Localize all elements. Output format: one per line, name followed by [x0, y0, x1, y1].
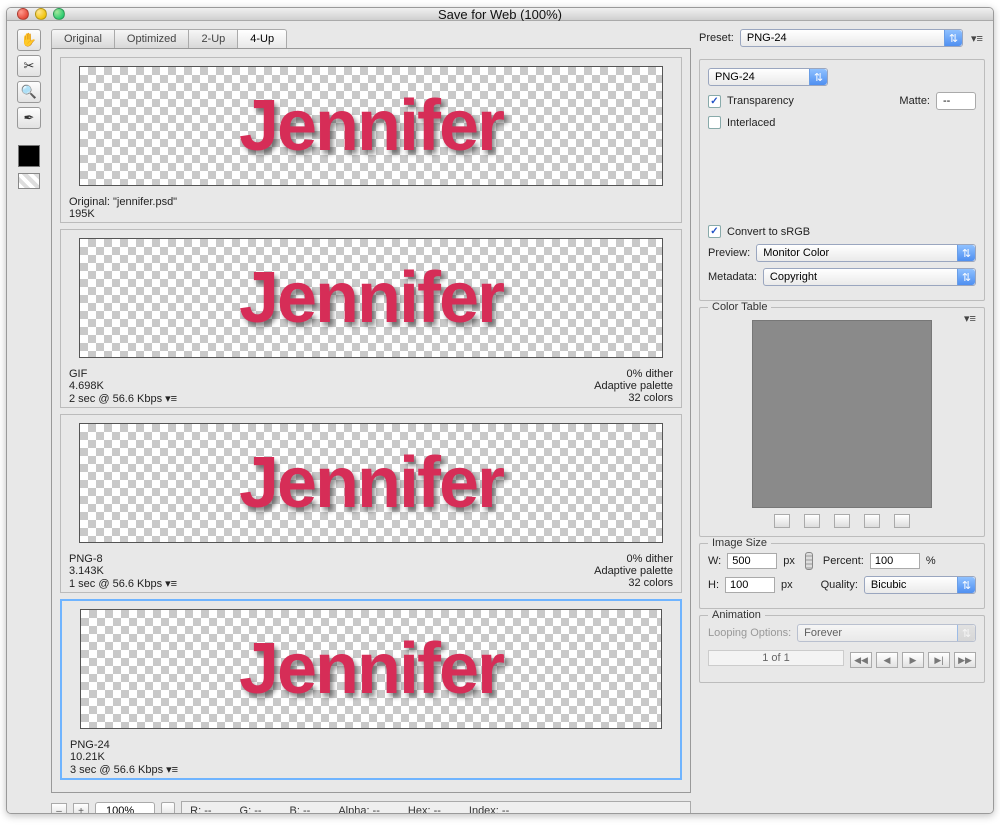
format-select[interactable]: PNG-24⇅ [708, 68, 828, 86]
preset-flyout-icon[interactable]: ▾≡ [969, 32, 985, 45]
interlaced-label: Interlaced [727, 117, 775, 129]
preview-pane-original[interactable]: Jennifer Original: "jennifer.psd" 195K [60, 57, 682, 223]
preset-label: Preset: [699, 32, 734, 44]
pane0-info-1: 195K [69, 208, 177, 220]
window-title: Save for Web (100%) [7, 7, 993, 22]
animation-legend: Animation [708, 609, 765, 621]
toggle-slice-visibility[interactable] [18, 173, 40, 189]
color-table-icon[interactable] [804, 514, 820, 528]
preview-stage: Jennifer Original: "jennifer.psd" 195K J… [51, 48, 691, 793]
color-table-trash-icon[interactable] [894, 514, 910, 528]
looping-label: Looping Options: [708, 627, 791, 639]
percent-label: Percent: [823, 555, 864, 567]
tab-2up[interactable]: 2-Up [189, 30, 238, 48]
image-size-legend: Image Size [708, 537, 771, 549]
width-field[interactable] [727, 553, 777, 569]
color-table-icon[interactable] [774, 514, 790, 528]
transparency-checkbox[interactable] [708, 95, 721, 108]
pane1-format: GIF [69, 368, 177, 380]
zoom-window-button[interactable] [53, 8, 65, 20]
prev-frame-button: ◀ [876, 652, 898, 668]
color-table-new-icon[interactable] [864, 514, 880, 528]
color-table-legend: Color Table [708, 301, 771, 313]
animation-frame-indicator: 1 of 1 [708, 650, 844, 666]
convert-srgb-checkbox[interactable] [708, 225, 721, 238]
percent-field[interactable] [870, 553, 920, 569]
preview-pane-png8[interactable]: Jennifer PNG-8 3.143K 1 sec @ 56.6 Kbps … [60, 414, 682, 593]
next-frame-button: ▶| [928, 652, 950, 668]
height-field[interactable] [725, 577, 775, 593]
close-window-button[interactable] [17, 8, 29, 20]
metadata-label: Metadata: [708, 271, 757, 283]
looping-select: Forever⇅ [797, 624, 976, 642]
play-button: ▶ [902, 652, 924, 668]
pane1-size: 4.698K [69, 380, 177, 392]
hand-tool[interactable]: ✋ [17, 29, 41, 51]
preview-text: Jennifer [239, 442, 503, 524]
color-table-lock-icon[interactable] [834, 514, 850, 528]
preview-pane-png24[interactable]: Jennifer PNG-24 10.21K 3 sec @ 56.6 Kbps… [60, 599, 682, 780]
convert-srgb-label: Convert to sRGB [727, 226, 810, 238]
resample-quality-select[interactable]: Bicubic⇅ [864, 576, 976, 594]
matte-label: Matte: [899, 95, 930, 107]
minimize-window-button[interactable] [35, 8, 47, 20]
color-table-flyout-icon[interactable]: ▾≡ [962, 312, 978, 325]
zoom-dropdown-icon[interactable] [161, 802, 175, 814]
preview-text: Jennifer [239, 628, 503, 710]
preset-select[interactable]: PNG-24⇅ [740, 29, 963, 47]
pane1-dl: 2 sec @ 56.6 Kbps ▾≡ [69, 392, 177, 405]
color-table-area [752, 320, 932, 508]
preview-text: Jennifer [239, 85, 503, 167]
color-readouts: R: --G: --B: -- Alpha: --Hex: --Index: -… [181, 801, 691, 814]
tab-original[interactable]: Original [52, 30, 115, 48]
preview-profile-select[interactable]: Monitor Color⇅ [756, 244, 976, 262]
transparency-label: Transparency [727, 95, 794, 107]
preview-label: Preview: [708, 247, 750, 259]
tab-optimized[interactable]: Optimized [115, 30, 190, 48]
matte-select[interactable]: -- [936, 92, 976, 110]
interlaced-checkbox[interactable] [708, 116, 721, 129]
constrain-proportions-icon[interactable] [805, 552, 813, 570]
sample-color-swatch[interactable] [18, 145, 40, 167]
pane0-info-0: Original: "jennifer.psd" [69, 196, 177, 208]
first-frame-button: ◀◀ [850, 652, 872, 668]
zoom-tool[interactable]: 🔍 [17, 81, 41, 103]
zoom-level-select[interactable]: 100% [95, 802, 155, 814]
eyedropper-tool[interactable]: ✒︎ [17, 107, 41, 129]
height-label: H: [708, 579, 719, 591]
tab-4up[interactable]: 4-Up [238, 30, 286, 48]
zoom-out-button[interactable]: – [51, 803, 67, 814]
preview-text: Jennifer [239, 257, 503, 339]
quality-label: Quality: [821, 579, 858, 591]
last-frame-button: ▶▶ [954, 652, 976, 668]
preview-pane-gif[interactable]: Jennifer GIF 4.698K 2 sec @ 56.6 Kbps ▾≡… [60, 229, 682, 408]
metadata-select[interactable]: Copyright⇅ [763, 268, 976, 286]
slice-select-tool[interactable]: ✂︎ [17, 55, 41, 77]
width-label: W: [708, 555, 721, 567]
zoom-in-button[interactable]: + [73, 803, 89, 814]
